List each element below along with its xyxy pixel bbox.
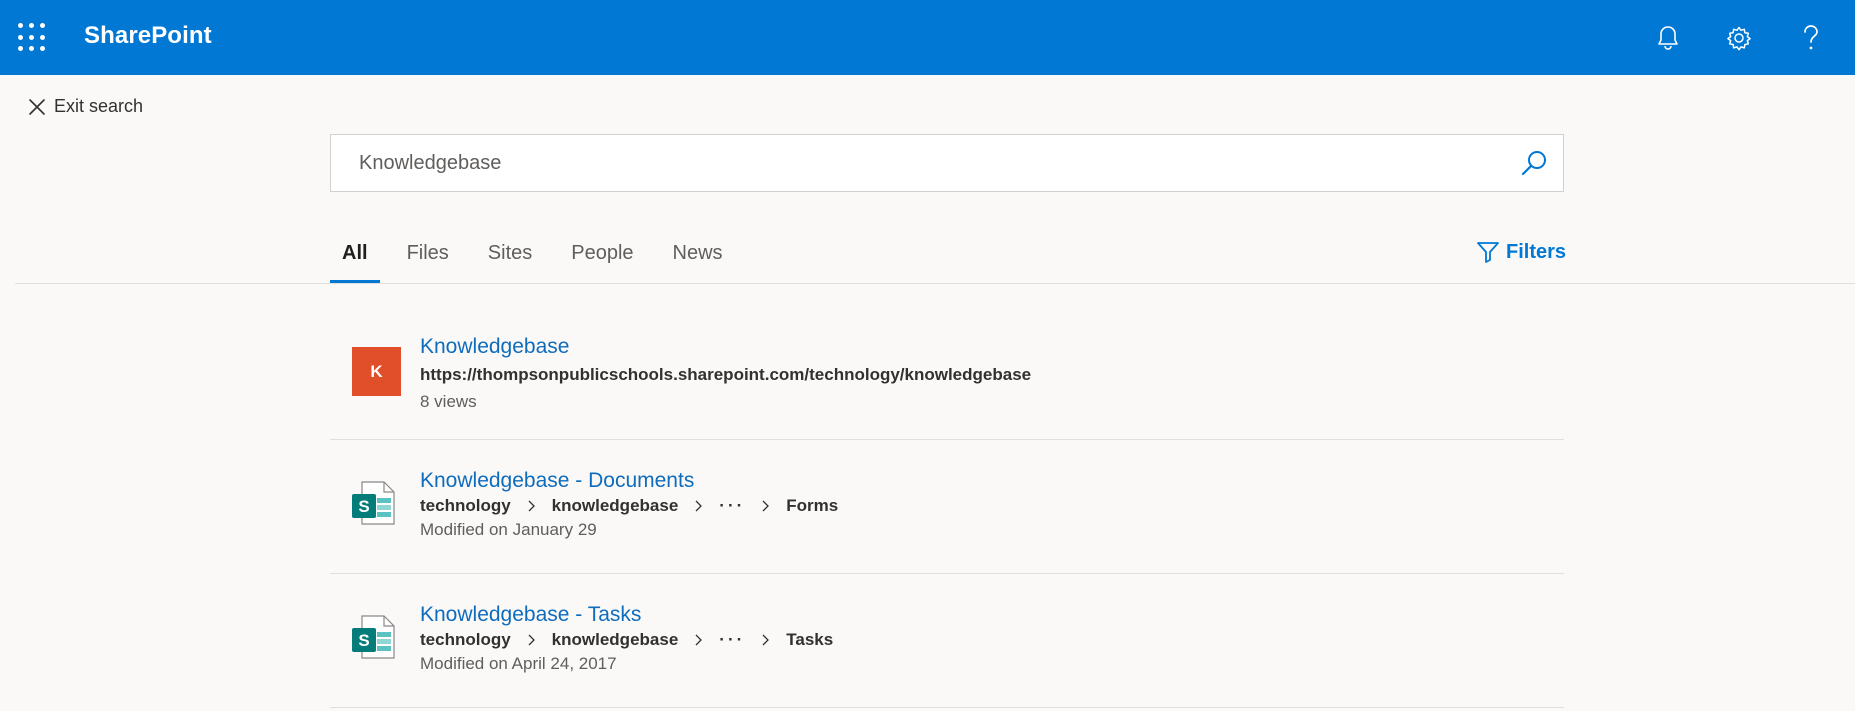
result-title-link[interactable]: Knowledgebase <box>420 335 569 359</box>
gear-icon[interactable] <box>1721 20 1757 56</box>
breadcrumb-item[interactable]: technology <box>420 630 511 650</box>
search-vertical-tabs: All Files Sites People News <box>330 236 750 283</box>
tab-sites[interactable]: Sites <box>476 236 544 282</box>
search-result: S Knowledgebase - Tasks technology knowl… <box>330 574 1564 708</box>
site-logo-letter: K <box>352 347 401 396</box>
exit-search-button[interactable]: Exit search <box>28 96 143 117</box>
filters-label: Filters <box>1506 240 1567 263</box>
chevron-right-icon <box>761 500 770 512</box>
breadcrumb: technology knowledgebase ··· Forms <box>420 496 838 516</box>
breadcrumb-item[interactable]: technology <box>420 496 511 516</box>
breadcrumb-overflow[interactable]: ··· <box>719 496 745 516</box>
filter-icon <box>1477 242 1499 263</box>
result-title-link[interactable]: Knowledgebase - Tasks <box>420 603 641 627</box>
breadcrumb-item[interactable]: Forms <box>786 496 838 516</box>
breadcrumb-overflow[interactable]: ··· <box>719 630 745 650</box>
chevron-right-icon <box>761 634 770 646</box>
result-title-link[interactable]: Knowledgebase - Documents <box>420 469 694 493</box>
tabs-divider <box>15 283 1855 284</box>
search-result: K Knowledgebase https://thompsonpublicsc… <box>330 306 1564 440</box>
exit-search-label: Exit search <box>54 96 144 116</box>
search-box <box>330 134 1564 192</box>
search-input[interactable] <box>359 135 1499 191</box>
chevron-right-icon <box>527 634 536 646</box>
result-modified: Modified on January 29 <box>420 520 597 539</box>
svg-text:S: S <box>358 497 369 516</box>
close-icon <box>29 98 45 115</box>
search-icon[interactable] <box>1519 149 1549 179</box>
suite-bar: SharePoint <box>0 0 1855 75</box>
tab-files[interactable]: Files <box>395 236 461 282</box>
sharepoint-list-icon: S <box>352 614 396 665</box>
svg-text:S: S <box>358 631 369 650</box>
chevron-right-icon <box>694 500 703 512</box>
tab-all[interactable]: All <box>330 236 380 283</box>
breadcrumb-item[interactable]: knowledgebase <box>552 630 679 650</box>
tab-people[interactable]: People <box>559 236 645 282</box>
sharepoint-list-icon: S <box>352 480 396 531</box>
result-url: https://thompsonpublicschools.sharepoint… <box>420 365 1032 384</box>
tab-news[interactable]: News <box>661 236 735 282</box>
filters-button[interactable]: Filters <box>1476 240 1566 264</box>
chevron-right-icon <box>694 634 703 646</box>
result-modified: Modified on April 24, 2017 <box>420 654 617 673</box>
app-launcher-icon[interactable] <box>18 23 48 53</box>
help-icon[interactable] <box>1793 20 1829 56</box>
search-result: S Knowledgebase - Documents technology k… <box>330 440 1564 574</box>
chevron-right-icon <box>527 500 536 512</box>
breadcrumb: technology knowledgebase ··· Tasks <box>420 630 833 650</box>
result-views: 8 views <box>420 392 477 411</box>
brand-title[interactable]: SharePoint <box>84 22 212 50</box>
site-logo[interactable]: K <box>352 347 401 396</box>
breadcrumb-item[interactable]: Tasks <box>786 630 833 650</box>
bell-icon[interactable] <box>1650 20 1686 56</box>
breadcrumb-item[interactable]: knowledgebase <box>552 496 679 516</box>
